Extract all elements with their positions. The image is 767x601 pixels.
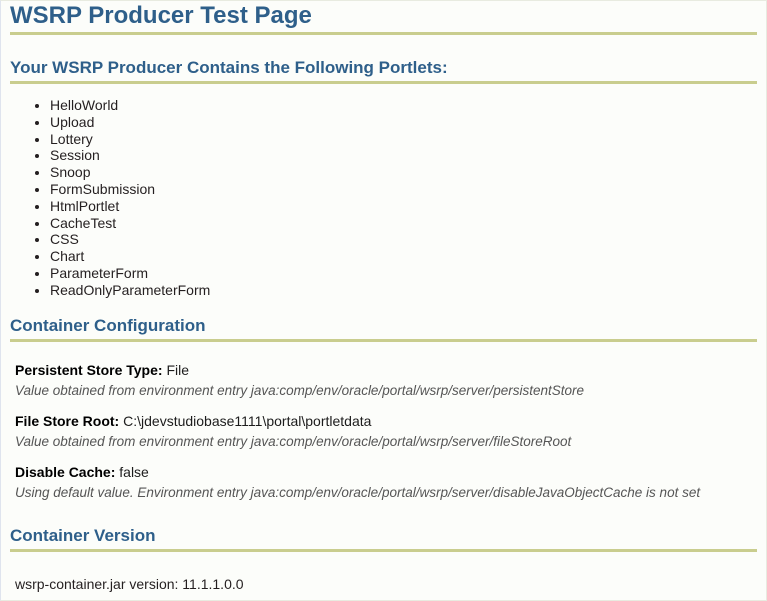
list-item[interactable]: ReadOnlyParameterForm xyxy=(50,282,757,299)
list-item[interactable]: CacheTest xyxy=(50,215,757,232)
portlet-link-css[interactable]: CSS xyxy=(50,231,79,247)
page-frame: WSRP Producer Test Page Your WSRP Produc… xyxy=(0,0,767,601)
list-item[interactable]: Snoop xyxy=(50,164,757,181)
list-item[interactable]: Lottery xyxy=(50,131,757,148)
list-item[interactable]: Chart xyxy=(50,248,757,265)
list-item[interactable]: Session xyxy=(50,147,757,164)
list-item[interactable]: Upload xyxy=(50,114,757,131)
config-entry-line: Persistent Store Type: File xyxy=(10,362,757,379)
config-entry-disable-cache: Disable Cache: false Using default value… xyxy=(10,464,757,501)
portlet-link-lottery[interactable]: Lottery xyxy=(50,131,93,147)
config-value: false xyxy=(119,463,149,480)
config-value: File xyxy=(166,361,190,378)
portlets-section-heading: Your WSRP Producer Contains the Followin… xyxy=(10,58,448,77)
portlet-link-parameterform[interactable]: ParameterForm xyxy=(50,265,148,281)
container-configuration-heading: Container Configuration xyxy=(10,315,206,335)
config-note: Using default value. Environment entry j… xyxy=(15,484,701,500)
portlet-link-snoop[interactable]: Snoop xyxy=(50,164,90,180)
list-item[interactable]: FormSubmission xyxy=(50,181,757,198)
portlet-link-helloworld[interactable]: HelloWorld xyxy=(50,97,118,113)
list-item[interactable]: HelloWorld xyxy=(50,97,757,114)
container-version-heading: Container Version xyxy=(10,525,156,545)
config-entry-line: Disable Cache: false xyxy=(10,464,757,481)
portlet-list: HelloWorld Upload Lottery Session Snoop … xyxy=(10,97,757,299)
config-entry-line: File Store Root: C:\jdevstudiobase1111\p… xyxy=(10,413,757,430)
portlet-link-readonlyparameterform[interactable]: ReadOnlyParameterForm xyxy=(50,282,210,298)
container-version-value: wsrp-container.jar version: 11.1.1.0.0 xyxy=(15,575,244,592)
page-title: WSRP Producer Test Page xyxy=(10,2,312,29)
config-entry-file-store-root: File Store Root: C:\jdevstudiobase1111\p… xyxy=(10,413,757,450)
list-item[interactable]: ParameterForm xyxy=(50,265,757,282)
portlet-link-upload[interactable]: Upload xyxy=(50,114,94,130)
portlet-link-htmlportlet[interactable]: HtmlPortlet xyxy=(50,198,119,214)
config-entry-persistent-store-type: Persistent Store Type: File Value obtain… xyxy=(10,362,757,399)
portlet-link-session[interactable]: Session xyxy=(50,147,100,163)
portlet-link-formsubmission[interactable]: FormSubmission xyxy=(50,181,155,197)
portlet-link-cachetest[interactable]: CacheTest xyxy=(50,215,116,231)
config-label: Persistent Store Type: xyxy=(15,361,163,378)
portlet-link-chart[interactable]: Chart xyxy=(50,248,84,264)
list-item[interactable]: HtmlPortlet xyxy=(50,198,757,215)
config-value: C:\jdevstudiobase1111\portal\portletdata xyxy=(123,412,372,429)
config-note: Value obtained from environment entry ja… xyxy=(15,382,585,398)
config-note: Value obtained from environment entry ja… xyxy=(15,433,572,449)
list-item[interactable]: CSS xyxy=(50,231,757,248)
config-label: Disable Cache: xyxy=(15,463,116,480)
config-label: File Store Root: xyxy=(15,412,120,429)
